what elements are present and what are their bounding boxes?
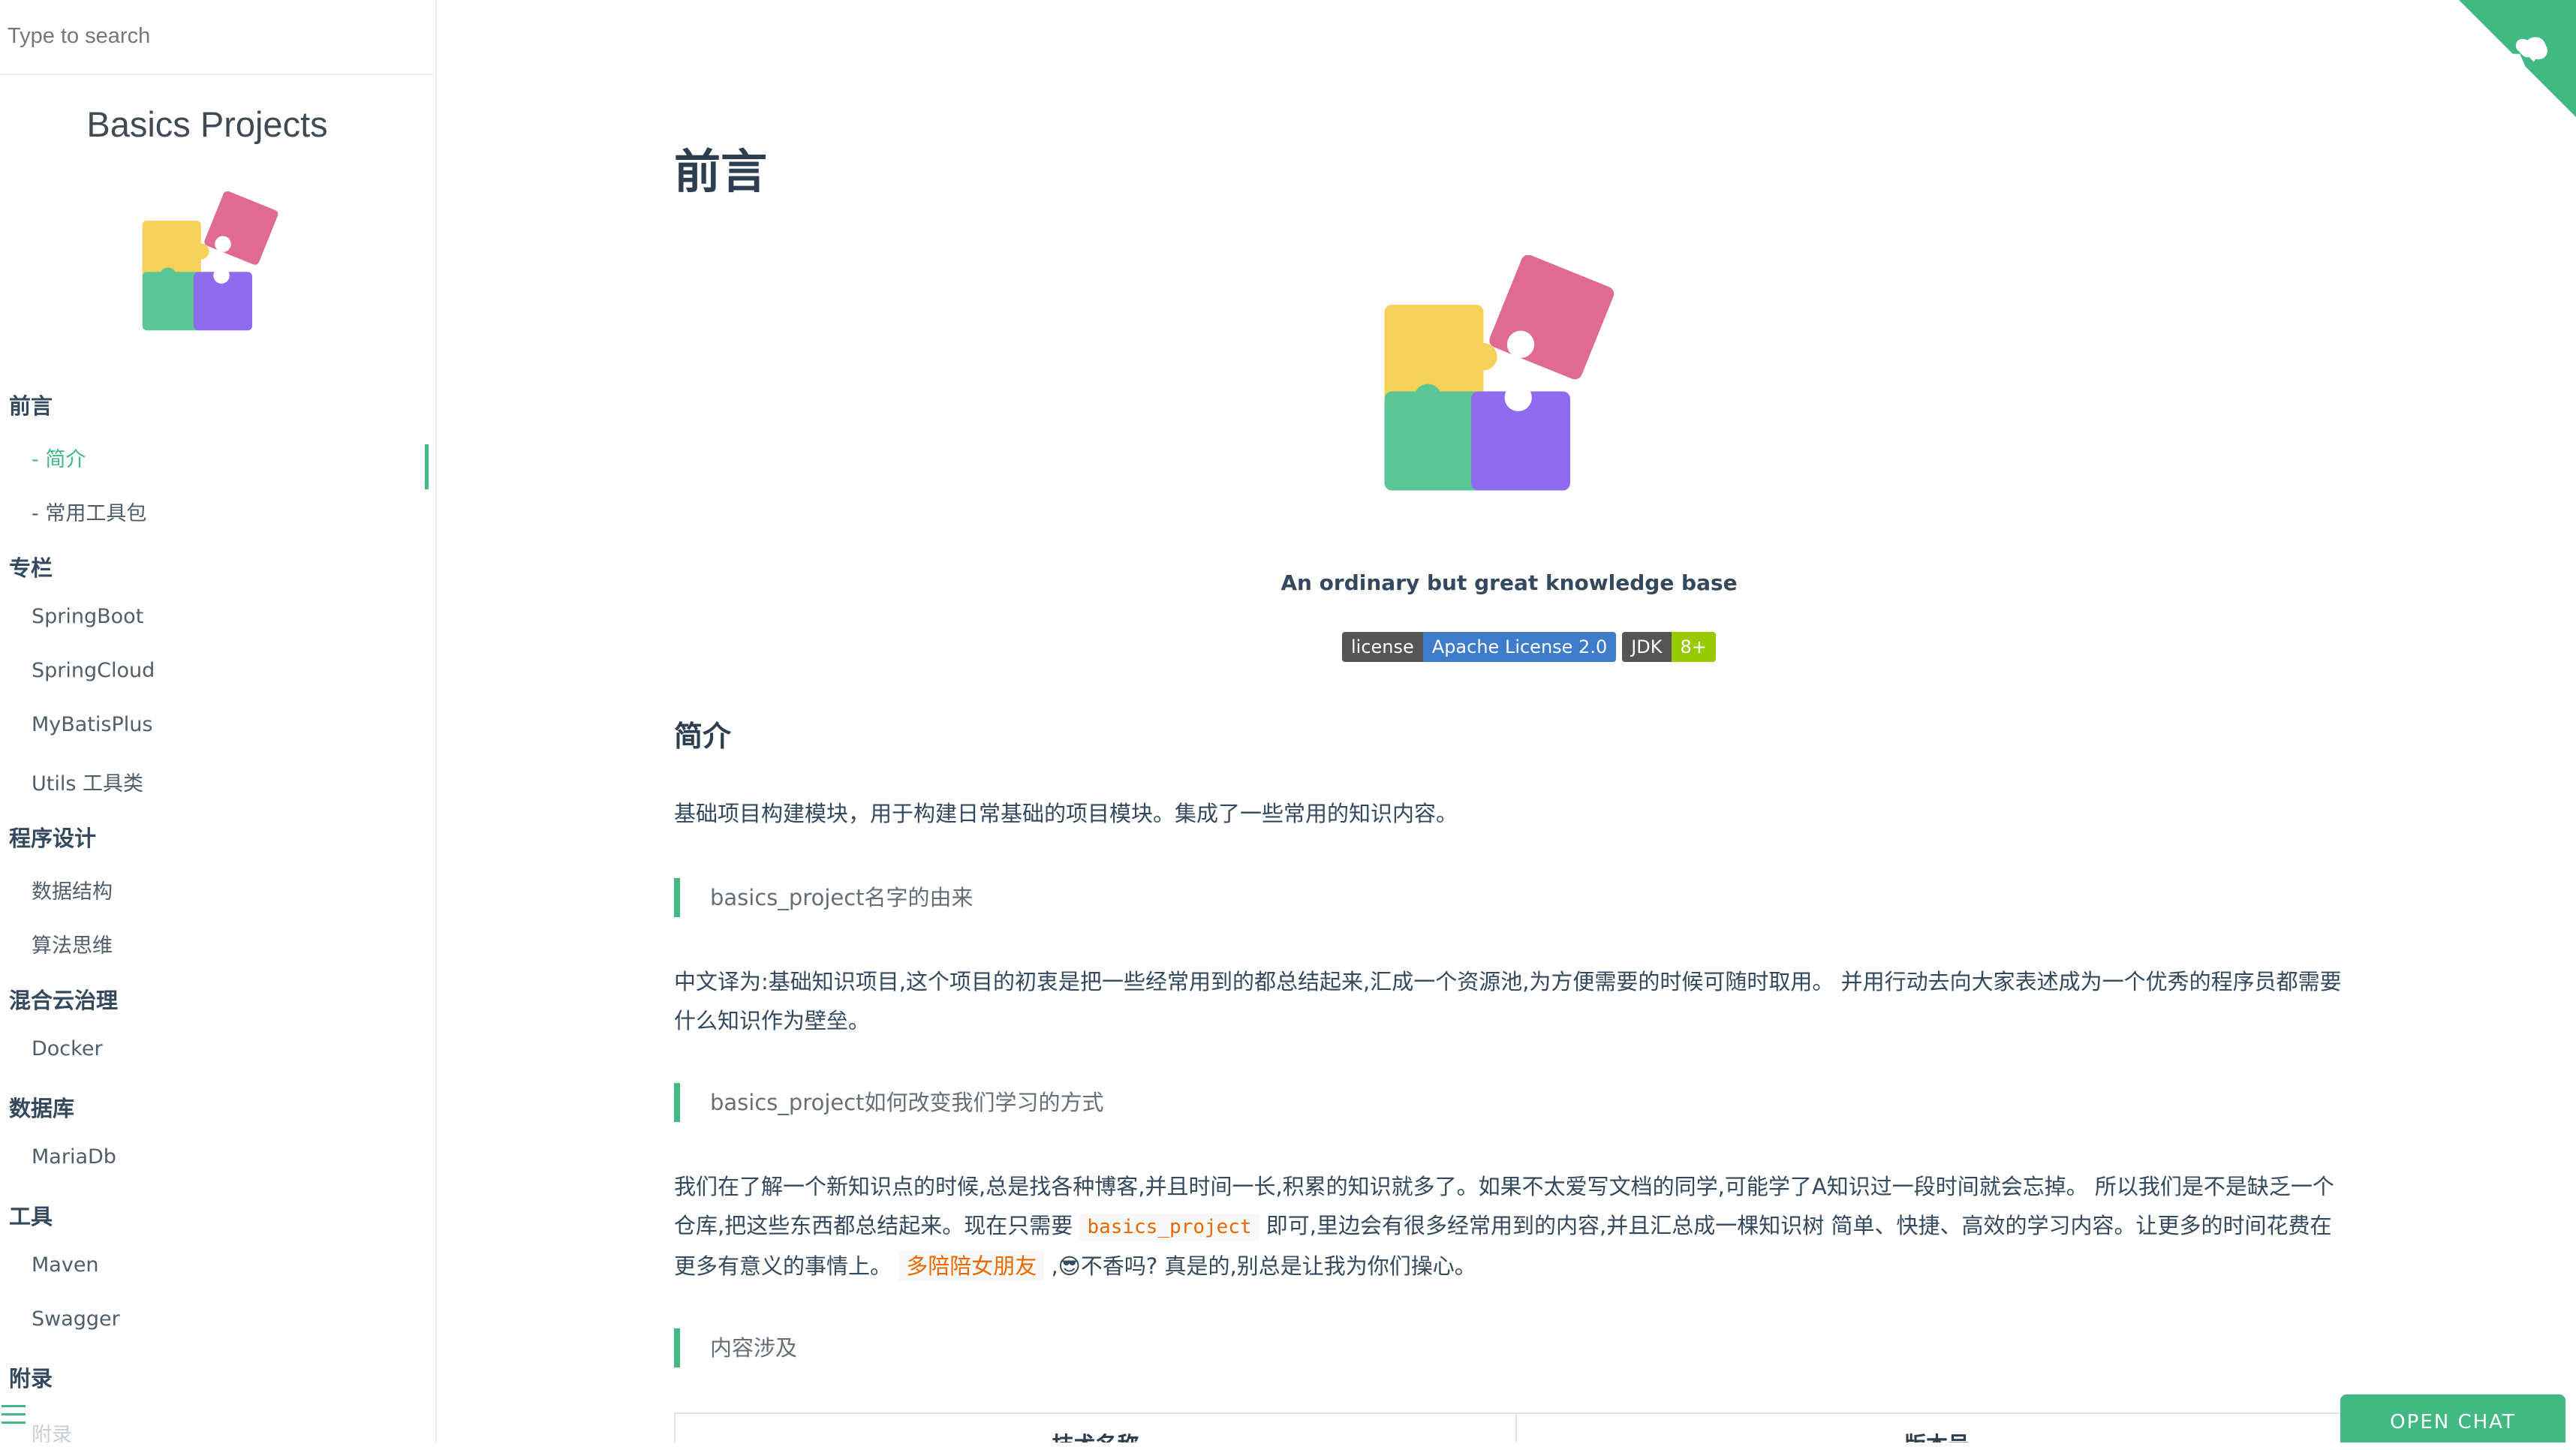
nav-section-tools[interactable]: 工具 bbox=[9, 1199, 53, 1231]
table-header-tech-name: 技术名称 bbox=[676, 1414, 1517, 1442]
inline-tag: 多陪陪女朋友 bbox=[898, 1251, 1045, 1281]
nav-section-database[interactable]: 数据库 bbox=[9, 1091, 74, 1123]
sidebar-item-common-tools[interactable]: - 常用工具包 bbox=[32, 497, 146, 526]
sidebar-item-mybatisplus[interactable]: MyBatisPlus bbox=[32, 713, 152, 736]
license-badge-key: license bbox=[1342, 632, 1423, 662]
sidebar-item-algorithms[interactable]: 算法思维 bbox=[32, 929, 113, 958]
page-title: 前言 bbox=[674, 144, 768, 199]
nav-section-programming[interactable]: 程序设计 bbox=[9, 821, 96, 853]
tech-table-header: 技术名称 版本号 bbox=[674, 1412, 2358, 1442]
menu-toggle-icon[interactable] bbox=[2, 1405, 27, 1427]
sidebar-item-intro[interactable]: - 简介 bbox=[32, 443, 86, 472]
sidebar: Basics Projects 前言 - 简介 - 常用工具包 专栏 Sprin… bbox=[0, 0, 437, 1442]
inline-code: basics_project bbox=[1079, 1214, 1259, 1241]
origin-paragraph: 中文译为:基础知识项目,这个项目的初衷是把一些经常用到的都总结起来,汇成一个资源… bbox=[674, 969, 2342, 1033]
github-corner-icon[interactable] bbox=[2459, 0, 2576, 117]
table-header-version: 版本号 bbox=[1517, 1414, 2357, 1442]
sidebar-item-maven[interactable]: Maven bbox=[32, 1253, 99, 1277]
tagline: An ordinary but great knowledge base bbox=[1280, 570, 1738, 595]
puzzle-hero-icon bbox=[1384, 255, 1615, 491]
learning-text-3: 不香吗? 真是的,别总是让我为你们操心。 bbox=[1080, 1253, 1476, 1279]
jdk-badge-value: 8+ bbox=[1671, 632, 1716, 662]
sidebar-item-docker[interactable]: Docker bbox=[32, 1037, 103, 1060]
jdk-badge[interactable]: JDK 8+ bbox=[1622, 632, 1716, 662]
sidebar-item-data-structures[interactable]: 数据结构 bbox=[32, 875, 113, 904]
section-heading-intro[interactable]: 简介 bbox=[674, 713, 731, 754]
sidebar-item-mariadb[interactable]: MariaDb bbox=[32, 1145, 116, 1169]
puzzle-logo-icon[interactable] bbox=[135, 191, 281, 338]
search-bar bbox=[0, 0, 434, 75]
blockquote-contents: 内容涉及 bbox=[674, 1328, 797, 1367]
emoji: ,😎 bbox=[1044, 1253, 1081, 1279]
nav-section-appendix[interactable]: 附录 bbox=[9, 1361, 53, 1393]
license-badge[interactable]: license Apache License 2.0 bbox=[1342, 632, 1617, 662]
sidebar-item-appendix[interactable]: 附录 bbox=[32, 1418, 72, 1442]
learning-paragraph: 我们在了解一个新知识点的时候,总是找各种博客,并且时间一长,积累的知识就多了。如… bbox=[674, 1167, 2344, 1286]
nav-section-preface[interactable]: 前言 bbox=[9, 389, 53, 420]
open-chat-button[interactable]: OPEN CHAT bbox=[2340, 1394, 2565, 1442]
license-badge-value: Apache License 2.0 bbox=[1422, 632, 1617, 662]
badges: license Apache License 2.0 JDK 8+ bbox=[1342, 632, 1716, 662]
sidebar-item-springcloud[interactable]: SpringCloud bbox=[32, 659, 155, 682]
intro-paragraph: 基础项目构建模块，用于构建日常基础的项目模块。集成了一些常用的知识内容。 bbox=[674, 801, 1458, 826]
sidebar-item-utils[interactable]: Utils 工具类 bbox=[32, 767, 143, 796]
blockquote-origin: basics_project名字的由来 bbox=[674, 878, 974, 917]
nav-section-column[interactable]: 专栏 bbox=[9, 551, 53, 582]
blockquote-learning: basics_project如何改变我们学习的方式 bbox=[674, 1083, 1104, 1122]
main-content: 前言 An ordinary but great knowledge base … bbox=[435, 0, 2576, 1442]
search-input[interactable] bbox=[6, 17, 414, 56]
site-name[interactable]: Basics Projects bbox=[0, 104, 414, 145]
active-indicator bbox=[425, 444, 429, 489]
nav-section-hybrid-cloud[interactable]: 混合云治理 bbox=[9, 983, 118, 1015]
jdk-badge-key: JDK bbox=[1622, 632, 1672, 662]
sidebar-item-swagger[interactable]: Swagger bbox=[32, 1307, 120, 1331]
sidebar-item-springboot[interactable]: SpringBoot bbox=[32, 605, 143, 628]
